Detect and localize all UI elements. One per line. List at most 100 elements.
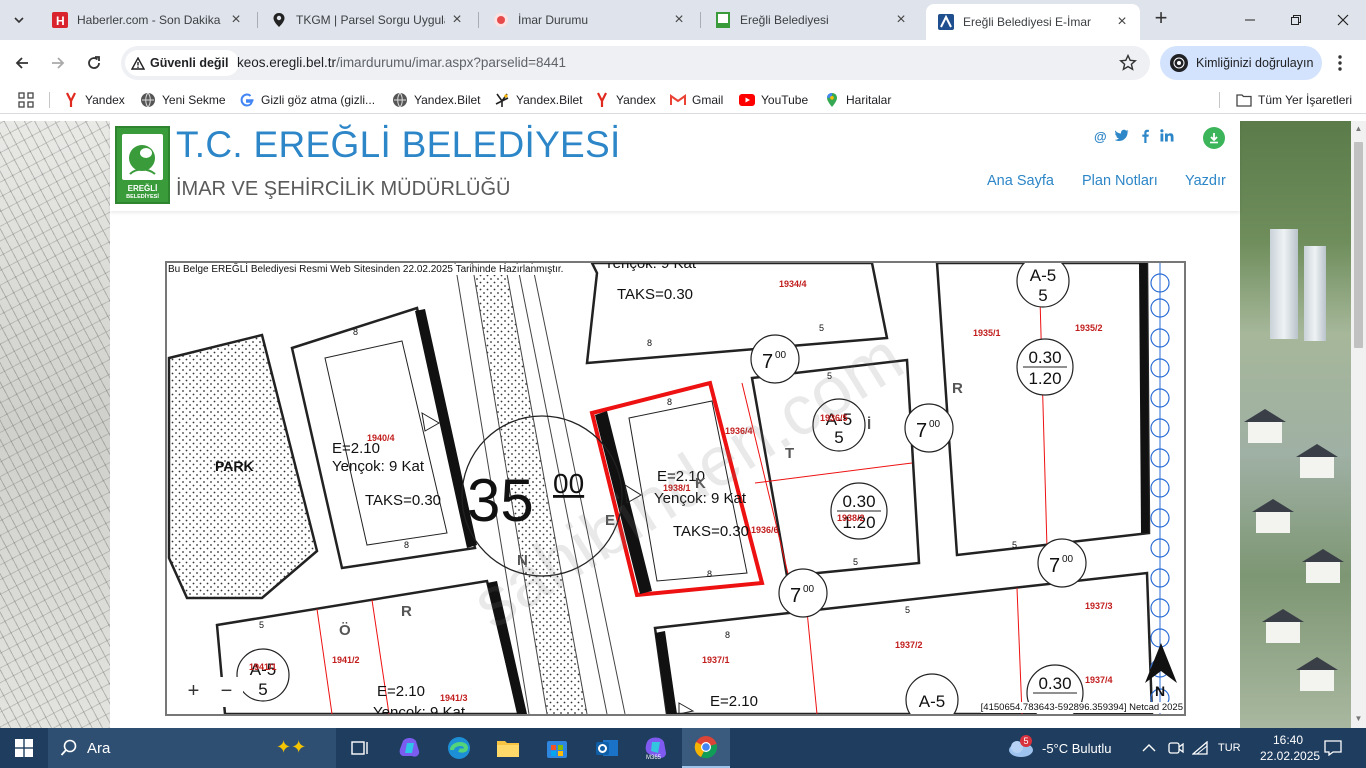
side-road-width: 7 xyxy=(916,420,927,442)
location-pin-icon xyxy=(271,12,287,28)
apps-grid-icon[interactable] xyxy=(18,92,34,108)
weather-widget[interactable]: 5 -5°C Bulutlu xyxy=(1006,728,1112,768)
nav-plan-notlari[interactable]: Plan Notları xyxy=(1082,173,1158,189)
bookmarks-bar: Yandex Yeni Sekme Gizli göz atma (gizli.… xyxy=(0,86,1366,114)
forward-button[interactable] xyxy=(44,49,72,77)
zoning-map[interactable]: 35 00 7 00 7 00 7 00 7 00 A-5 5 A-5 5 A-… xyxy=(165,261,1186,716)
municipality-logo[interactable]: EREĞLİ BELEDİYESİ xyxy=(115,126,170,204)
nav-yazdir[interactable]: Yazdır xyxy=(1185,173,1226,189)
tab-imar-durumu[interactable]: İmar Durumu × xyxy=(481,4,697,36)
taskbar-clock[interactable]: 16:40 22.02.2025 xyxy=(1260,732,1320,764)
taks-label: TAKS=0.30 xyxy=(365,492,441,509)
back-button[interactable] xyxy=(8,49,36,77)
bookmark-yandex[interactable]: Yandex xyxy=(63,91,125,109)
all-bookmarks-button[interactable]: Tüm Yer İşaretleri xyxy=(1236,91,1352,109)
bookmark-label: Gmail xyxy=(692,93,724,107)
show-hidden-icons[interactable] xyxy=(1142,728,1156,768)
linkedin-icon[interactable] xyxy=(1160,129,1174,143)
taskbar-edge[interactable] xyxy=(435,728,483,768)
bookmark-yandex-bilet-2[interactable]: Yandex.Bilet xyxy=(494,91,583,109)
taskbar-outlook[interactable] xyxy=(583,728,631,768)
close-tab-icon[interactable]: × xyxy=(893,11,909,28)
security-chip[interactable]: Güvenli değil xyxy=(125,50,239,76)
twitter-icon[interactable] xyxy=(1114,129,1129,143)
bookmark-label: Yandex.Bilet xyxy=(516,93,583,107)
taskbar-m365[interactable]: M365 xyxy=(632,728,680,768)
bookmark-yandex-2[interactable]: Yandex xyxy=(594,91,656,109)
zoom-out-button[interactable]: − xyxy=(210,677,243,707)
tab-search-button[interactable] xyxy=(8,9,30,31)
url-text[interactable]: keos.eregli.bel.tr/imardurumu/imar.aspx?… xyxy=(237,55,566,70)
zoning-plan-drawing[interactable]: 35 00 7 00 7 00 7 00 7 00 A-5 5 A-5 5 A-… xyxy=(167,263,1184,714)
bookmark-label: Yeni Sekme xyxy=(162,93,226,107)
scroll-up-arrow[interactable]: ▲ xyxy=(1354,124,1363,134)
parcel-number: 1934/4 xyxy=(779,279,807,289)
network-icon[interactable] xyxy=(1192,728,1208,768)
bookmark-label: Yandex xyxy=(616,93,656,107)
meet-now-icon[interactable] xyxy=(1168,728,1184,768)
close-tab-icon[interactable]: × xyxy=(228,11,244,28)
close-tab-icon[interactable]: × xyxy=(671,11,687,28)
north-label: N xyxy=(1155,683,1165,699)
new-tab-button[interactable]: + xyxy=(1150,7,1172,30)
close-tab-icon[interactable]: × xyxy=(449,11,465,28)
task-view-button[interactable] xyxy=(336,728,384,768)
taskbar-store[interactable] xyxy=(533,728,581,768)
tab-e-imar[interactable]: Ereğli Belediyesi E-İmar × xyxy=(926,4,1140,40)
parcel-number: 1941/2 xyxy=(332,655,360,665)
map-disclaimer: Bu Belge EREĞLİ Belediyesi Resmi Web Sit… xyxy=(168,264,564,275)
bookmark-star-icon[interactable] xyxy=(1118,53,1138,73)
bookmark-youtube[interactable]: YouTube xyxy=(739,91,808,109)
bookmark-yeni-sekme[interactable]: Yeni Sekme xyxy=(140,91,226,109)
bookmark-gizli[interactable]: Gizli göz atma (gizli... xyxy=(239,91,375,109)
taskbar-chrome[interactable] xyxy=(682,728,730,768)
profile-button[interactable]: Kimliğinizi doğrulayın xyxy=(1160,46,1322,80)
taks-label: TAKS=0.30 xyxy=(617,286,693,303)
weather-text: -5°C Bulutlu xyxy=(1042,740,1112,756)
bookmark-yandex-bilet[interactable]: Yandex.Bilet xyxy=(392,91,481,109)
parcel-number: 1938/2 xyxy=(837,513,865,523)
minimize-button[interactable] xyxy=(1227,0,1273,40)
nav-ana-sayfa[interactable]: Ana Sayfa xyxy=(987,173,1054,189)
setback-hatch xyxy=(655,631,677,714)
a5-label-sub: 5 xyxy=(1038,286,1047,305)
bookmark-haritalar[interactable]: Haritalar xyxy=(824,91,891,109)
bookmark-label: Tüm Yer İşaretleri xyxy=(1258,93,1353,107)
map-zoom-controls: + − xyxy=(177,677,243,707)
avatar-icon xyxy=(1170,54,1188,72)
clock-time: 16:40 xyxy=(1272,733,1304,747)
tab-haberler[interactable]: H Haberler.com - Son Dakika Haberler × xyxy=(40,4,254,36)
scroll-thumb[interactable] xyxy=(1354,142,1363,348)
taskbar-search[interactable]: Ara ✦✦ xyxy=(48,728,336,768)
setback-dim: 5 xyxy=(1012,540,1017,550)
start-button[interactable] xyxy=(0,728,48,768)
notification-center-icon[interactable] xyxy=(1324,728,1342,768)
reload-button[interactable] xyxy=(80,49,108,77)
download-icon[interactable] xyxy=(1203,127,1225,149)
facebook-icon[interactable] xyxy=(1141,129,1149,143)
taskbar-copilot[interactable] xyxy=(386,728,434,768)
browser-menu-button[interactable] xyxy=(1330,52,1350,74)
tab-eregli-belediyesi[interactable]: Ereğli Belediyesi × xyxy=(703,4,919,36)
bookmark-gmail[interactable]: Gmail xyxy=(670,91,723,109)
emsal-label: E=2.10 xyxy=(377,683,425,700)
page-scrollbar[interactable]: ▲ ▼ xyxy=(1351,121,1366,728)
setback-dim: 5 xyxy=(819,323,824,333)
zoom-in-button[interactable]: + xyxy=(177,677,210,707)
taskbar-file-explorer[interactable] xyxy=(484,728,532,768)
address-bar[interactable]: Güvenli değil keos.eregli.bel.tr/imardur… xyxy=(121,46,1150,80)
close-window-button[interactable] xyxy=(1320,0,1366,40)
email-link[interactable]: @ xyxy=(1094,129,1107,144)
maps-icon xyxy=(824,92,840,108)
url-host: keos.eregli.bel.tr xyxy=(237,55,337,70)
scroll-down-arrow[interactable]: ▼ xyxy=(1354,714,1363,724)
tab-title: İmar Durumu xyxy=(518,13,589,27)
restore-button[interactable] xyxy=(1273,0,1319,40)
svg-text:H: H xyxy=(56,14,65,28)
close-tab-icon[interactable]: × xyxy=(1114,13,1130,30)
yandex-icon xyxy=(63,92,79,108)
tab-tkgm[interactable]: TKGM | Parsel Sorgu Uygulaması × xyxy=(259,4,475,36)
security-label: Güvenli değil xyxy=(150,56,229,70)
language-indicator[interactable]: TUR xyxy=(1218,728,1241,768)
street-letter: R xyxy=(952,380,963,397)
